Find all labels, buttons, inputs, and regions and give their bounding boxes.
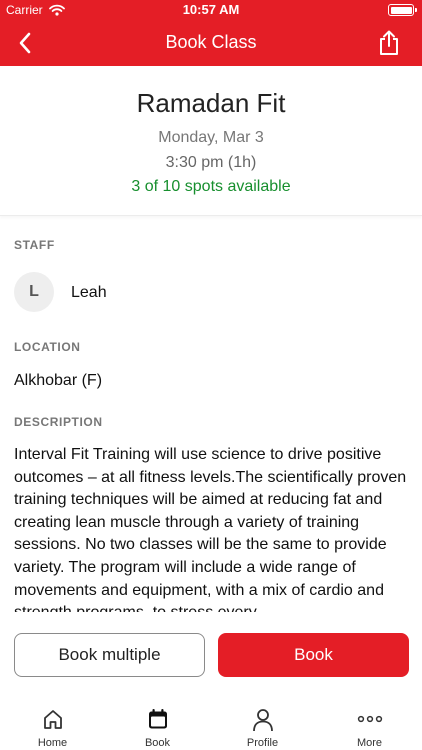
class-time: 3:30 pm (1h) bbox=[165, 154, 257, 171]
staff-label: STAFF bbox=[14, 238, 55, 252]
class-date: Monday, Mar 3 bbox=[158, 129, 264, 146]
calendar-icon bbox=[148, 709, 167, 729]
battery-icon bbox=[388, 4, 417, 16]
tab-more[interactable]: More bbox=[317, 700, 422, 750]
tab-more-label: More bbox=[356, 737, 383, 749]
description-scroll[interactable]: Interval Fit Training will use science t… bbox=[14, 444, 410, 612]
status-bar: Carrier 10:57 AM bbox=[0, 0, 422, 20]
action-bar: Book multiple Book bbox=[0, 612, 422, 692]
staff-name[interactable]: Leah bbox=[71, 284, 107, 302]
home-icon bbox=[43, 710, 62, 729]
tab-book-label: Book bbox=[144, 737, 171, 749]
share-button[interactable] bbox=[372, 26, 406, 60]
avatar: L bbox=[14, 272, 54, 312]
tab-profile[interactable]: Profile bbox=[210, 700, 315, 750]
navigation-bar: Book Class bbox=[0, 20, 422, 66]
class-header: Ramadan Fit Monday, Mar 3 3:30 pm (1h) 3… bbox=[0, 66, 422, 216]
status-time: 10:57 AM bbox=[182, 2, 240, 17]
class-name: Ramadan Fit bbox=[136, 88, 286, 118]
book-multiple-button[interactable]: Book multiple bbox=[14, 633, 205, 677]
tab-home[interactable]: Home bbox=[0, 700, 105, 750]
person-icon bbox=[252, 709, 273, 732]
location-label: LOCATION bbox=[14, 340, 81, 354]
tab-book[interactable]: Book bbox=[105, 700, 210, 750]
share-icon bbox=[380, 30, 398, 55]
book-button[interactable]: Book bbox=[218, 633, 409, 677]
tab-profile-label: Profile bbox=[246, 737, 279, 749]
description-text: Interval Fit Training will use science t… bbox=[14, 446, 407, 612]
description-label: DESCRIPTION bbox=[14, 415, 103, 429]
top-bar: Carrier 10:57 AM Book Class bbox=[0, 0, 422, 66]
nav-title: Book Class bbox=[165, 32, 257, 52]
tab-home-label: Home bbox=[37, 737, 68, 749]
tab-bar: Home Book Profile More bbox=[0, 700, 422, 750]
more-dots-icon bbox=[357, 715, 382, 723]
spots-available: 3 of 10 spots available bbox=[131, 178, 291, 195]
location-value: Alkhobar (F) bbox=[14, 372, 103, 389]
